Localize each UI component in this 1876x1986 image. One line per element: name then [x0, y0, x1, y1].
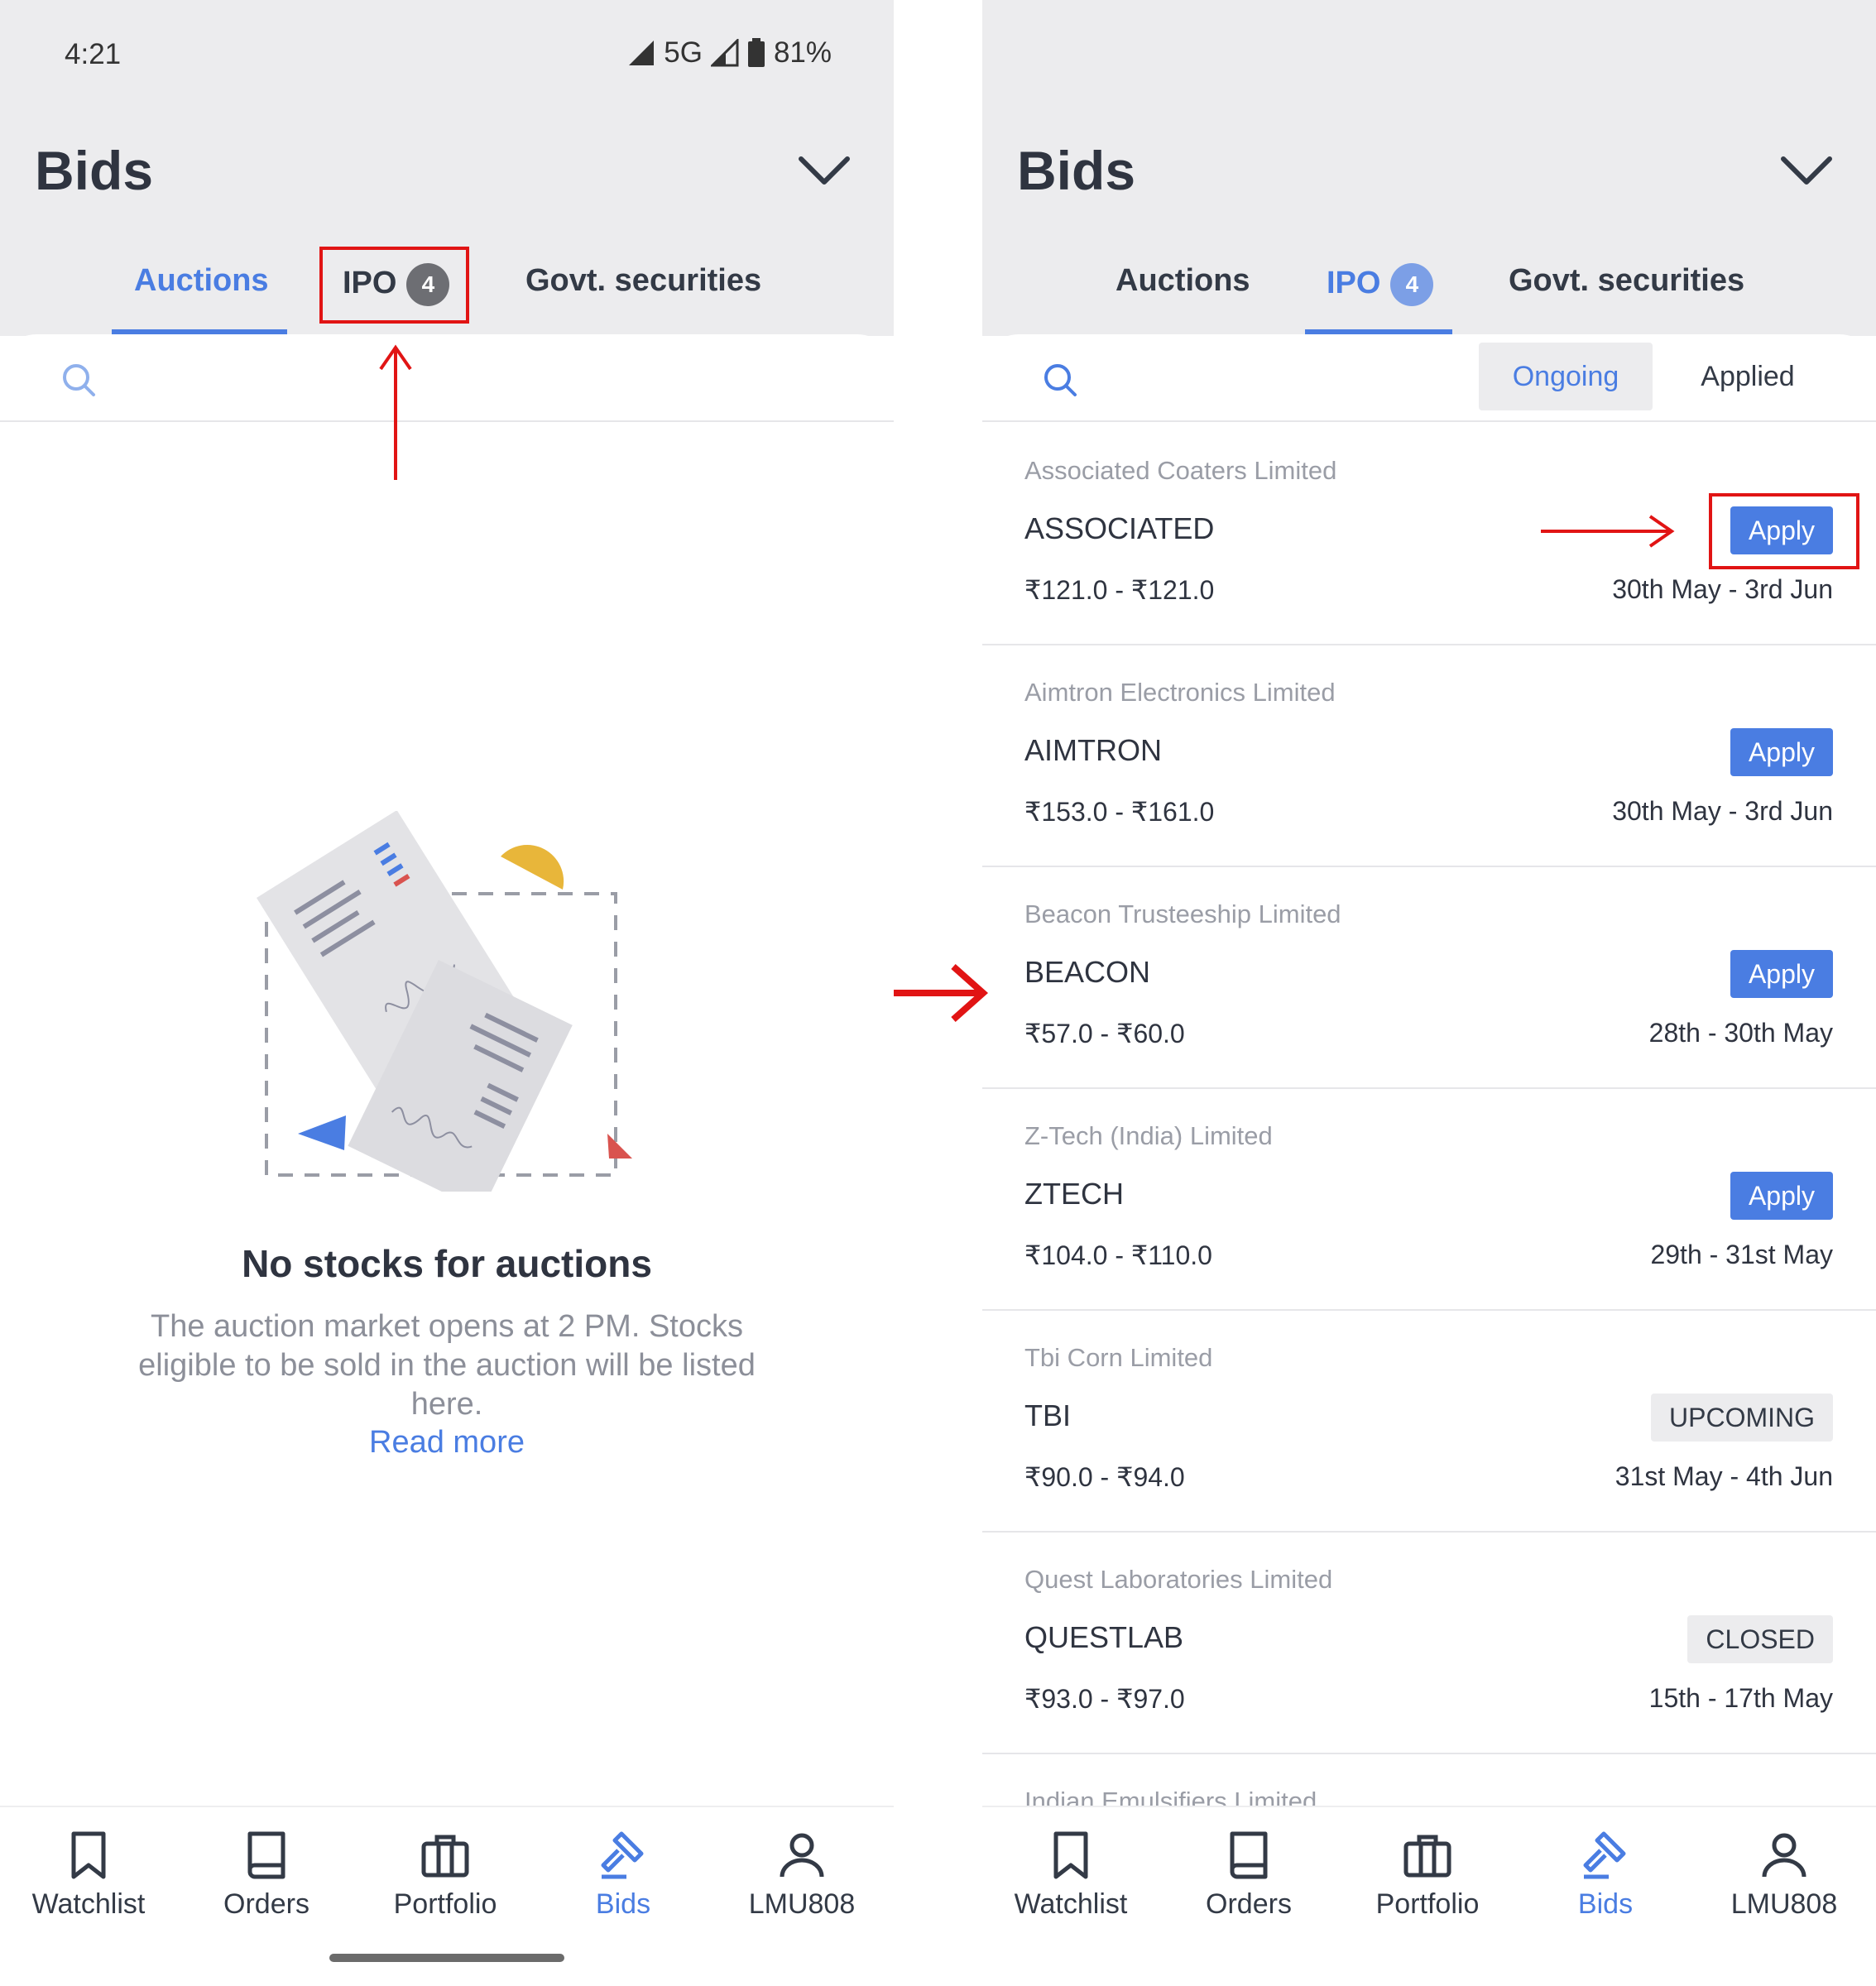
annotation-arrow-up [379, 344, 412, 480]
annotation-arrow-right-screens [894, 964, 989, 1022]
annotation-arrows [379, 344, 1675, 1022]
annotation-arrow-right-apply [1541, 515, 1675, 548]
